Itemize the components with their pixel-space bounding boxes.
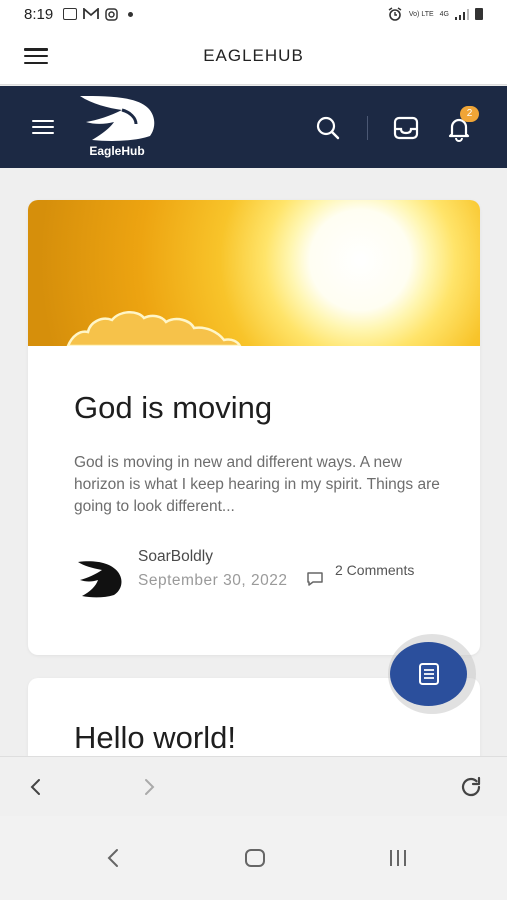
- refresh-icon[interactable]: [459, 775, 483, 799]
- header-menu-icon[interactable]: [32, 120, 54, 134]
- floating-action-button[interactable]: [390, 642, 467, 706]
- alarm-icon: [388, 7, 402, 21]
- gmail-icon: [83, 8, 100, 19]
- eaglehub-logo[interactable]: EagleHub: [76, 94, 158, 160]
- cloud-graphic: [66, 311, 242, 346]
- dot-icon: [128, 11, 134, 17]
- gallery-icon: [63, 8, 78, 20]
- inbox-icon[interactable]: [392, 114, 420, 142]
- post-comments-count[interactable]: 2 Comments: [335, 560, 435, 580]
- post-featured-image[interactable]: [28, 200, 480, 346]
- post-title[interactable]: God is moving: [74, 390, 272, 426]
- browser-toolbar: [0, 756, 507, 816]
- eagle-logo-icon: [80, 96, 155, 141]
- comment-icon[interactable]: [306, 571, 324, 587]
- app-title: EAGLEHUB: [203, 46, 304, 65]
- system-back-icon[interactable]: [102, 846, 126, 870]
- back-icon[interactable]: [24, 775, 48, 799]
- post-title[interactable]: Hello world!: [74, 720, 236, 756]
- document-icon: [419, 663, 439, 685]
- signal-icon: [455, 8, 469, 20]
- post-excerpt: God is moving in new and different ways.…: [74, 454, 440, 515]
- status-time: 8:19: [24, 5, 54, 23]
- status-bar: 8:19 Vo) LTE 4G: [0, 0, 507, 28]
- post-author[interactable]: SoarBoldly: [138, 548, 213, 566]
- system-recents-icon[interactable]: [386, 846, 410, 870]
- site-header: EagleHub: [0, 86, 507, 168]
- battery-icon: [475, 8, 483, 20]
- search-icon[interactable]: [314, 114, 342, 142]
- volte-icon: Vo) LTE: [408, 10, 434, 18]
- instagram-icon: [105, 7, 118, 21]
- post-card[interactable]: God is moving God is moving in new and d…: [28, 200, 480, 655]
- author-avatar[interactable]: [76, 558, 124, 598]
- logo-text: EagleHub: [89, 144, 145, 158]
- notification-badge: 2: [460, 106, 479, 122]
- post-date: September 30, 2022: [138, 572, 288, 589]
- menu-icon[interactable]: [24, 48, 48, 64]
- 4g-icon: 4G: [439, 10, 449, 18]
- forward-icon[interactable]: [137, 775, 161, 799]
- app-bar: EAGLEHUB: [0, 28, 507, 85]
- system-home-icon[interactable]: [243, 846, 267, 870]
- header-divider: [367, 116, 368, 140]
- system-navigation-bar: [0, 816, 507, 900]
